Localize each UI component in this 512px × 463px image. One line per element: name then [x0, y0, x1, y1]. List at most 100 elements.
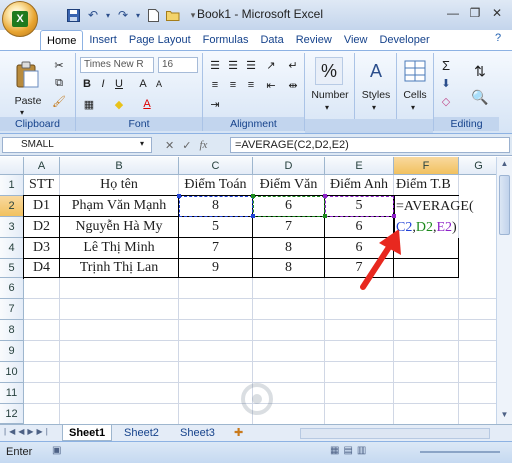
- cell-a2[interactable]: D1: [24, 196, 60, 217]
- increase-indent-icon[interactable]: ⇥: [207, 97, 223, 111]
- cell-f2[interactable]: =AVERAGE(: [394, 196, 496, 217]
- name-box[interactable]: SMALL: [2, 137, 152, 153]
- decrease-indent-icon[interactable]: ⇤: [263, 77, 279, 93]
- cell-a4[interactable]: D3: [24, 238, 60, 259]
- paste-button[interactable]: [10, 55, 44, 95]
- new-document-icon[interactable]: [144, 6, 162, 24]
- cells-icon[interactable]: [402, 57, 428, 85]
- sheet-tab-sheet3[interactable]: Sheet3: [174, 425, 221, 441]
- range-handle[interactable]: [323, 214, 327, 218]
- enter-icon[interactable]: ✓: [182, 139, 191, 152]
- styles-label[interactable]: Styles: [355, 89, 397, 101]
- insert-function-icon[interactable]: fx: [199, 139, 207, 151]
- row-header[interactable]: 3: [0, 217, 24, 238]
- tab-formulas[interactable]: Formulas: [197, 30, 255, 50]
- row-header[interactable]: 4: [0, 238, 24, 259]
- close-icon[interactable]: ✕: [486, 4, 508, 22]
- number-dropdown-icon[interactable]: ▾: [325, 103, 329, 112]
- bold-icon[interactable]: B: [80, 77, 94, 91]
- column-header-c[interactable]: C: [179, 157, 253, 175]
- shrink-font-icon[interactable]: A: [152, 77, 166, 91]
- sheet-tab-sheet1[interactable]: Sheet1: [62, 425, 113, 441]
- align-top-icon[interactable]: ☰: [207, 57, 223, 73]
- vertical-scrollbar[interactable]: ▲ ▼: [496, 157, 512, 424]
- font-name-box[interactable]: Times New R: [80, 57, 154, 73]
- macro-record-icon[interactable]: ▣: [52, 445, 66, 459]
- cell-a1[interactable]: STT: [24, 175, 60, 196]
- cell-c2[interactable]: 8: [179, 196, 253, 217]
- cell-d2[interactable]: 6: [253, 196, 325, 217]
- tab-review[interactable]: Review: [290, 30, 338, 50]
- styles-icon[interactable]: A: [363, 57, 389, 85]
- wrap-text-icon[interactable]: ↵: [285, 57, 301, 73]
- fill-icon[interactable]: ⬇: [438, 75, 454, 91]
- page-break-view-icon[interactable]: ▥: [357, 445, 366, 459]
- cancel-icon[interactable]: ✕: [165, 139, 174, 152]
- cell-a3[interactable]: D2: [24, 217, 60, 238]
- cell-c5[interactable]: 9: [179, 259, 253, 278]
- cell-b5[interactable]: Trịnh Thị Lan: [60, 259, 179, 278]
- row-header[interactable]: 9: [0, 341, 24, 362]
- row-header[interactable]: 6: [0, 278, 24, 299]
- zoom-slider[interactable]: [420, 451, 500, 453]
- cell-e2[interactable]: 5: [325, 196, 394, 217]
- cell-e1[interactable]: Điểm Anh: [325, 175, 394, 196]
- percent-icon[interactable]: %: [315, 57, 343, 85]
- cell-d1[interactable]: Điểm Văn: [253, 175, 325, 196]
- select-all-corner[interactable]: [0, 157, 24, 175]
- range-handle[interactable]: [251, 194, 255, 198]
- range-handle[interactable]: [177, 194, 181, 198]
- cell-b2[interactable]: Phạm Văn Mạnh: [60, 196, 179, 217]
- underline-icon[interactable]: U: [112, 77, 126, 91]
- range-handle[interactable]: [251, 214, 255, 218]
- tab-data[interactable]: Data: [254, 30, 289, 50]
- column-header-e[interactable]: E: [325, 157, 394, 175]
- row-header[interactable]: 8: [0, 320, 24, 341]
- scroll-down-icon[interactable]: ▼: [499, 410, 510, 422]
- row-header[interactable]: 11: [0, 383, 24, 404]
- cells-dropdown-icon[interactable]: ▾: [411, 103, 415, 112]
- row-header[interactable]: 5: [0, 259, 24, 278]
- align-center-icon[interactable]: ≡: [225, 77, 241, 93]
- cells-label[interactable]: Cells: [397, 89, 433, 101]
- minimize-icon[interactable]: —: [442, 4, 464, 22]
- cell-d4[interactable]: 8: [253, 238, 325, 259]
- fill-color-icon[interactable]: ◆: [110, 97, 128, 111]
- column-header-f[interactable]: F: [394, 157, 459, 175]
- cut-icon[interactable]: ✂: [50, 57, 68, 73]
- italic-icon[interactable]: I: [96, 77, 110, 91]
- font-size-box[interactable]: 16: [158, 57, 198, 73]
- scroll-up-icon[interactable]: ▲: [499, 159, 510, 171]
- cell-d3[interactable]: 7: [253, 217, 325, 238]
- scroll-thumb[interactable]: [499, 175, 510, 235]
- column-header-b[interactable]: B: [60, 157, 179, 175]
- font-color-icon[interactable]: A: [138, 97, 156, 111]
- row-header[interactable]: 10: [0, 362, 24, 383]
- cell-b1[interactable]: Họ tên: [60, 175, 179, 196]
- page-layout-view-icon[interactable]: ▤: [343, 445, 352, 459]
- sort-filter-icon[interactable]: ⇅: [468, 59, 492, 83]
- styles-dropdown-icon[interactable]: ▾: [372, 103, 376, 112]
- find-select-icon[interactable]: 🔍: [468, 85, 492, 109]
- tab-view[interactable]: View: [338, 30, 374, 50]
- help-icon[interactable]: ?: [488, 32, 508, 48]
- insert-sheet-icon[interactable]: ✚: [228, 425, 249, 441]
- align-bottom-icon[interactable]: ☰: [243, 57, 259, 73]
- range-handle[interactable]: [323, 194, 327, 198]
- column-header-g[interactable]: G: [459, 157, 499, 175]
- name-box-dropdown-icon[interactable]: ▾: [140, 139, 144, 148]
- align-middle-icon[interactable]: ☰: [225, 57, 241, 73]
- cell-f3[interactable]: C2, D2, E2): [394, 217, 496, 238]
- tab-insert[interactable]: Insert: [83, 30, 123, 50]
- cell-b3[interactable]: Nguyễn Hà My: [60, 217, 179, 238]
- cell-c3[interactable]: 5: [179, 217, 253, 238]
- sheet-nav-arrows-icon[interactable]: |◀◀▶▶|: [4, 427, 51, 436]
- formula-input[interactable]: =AVERAGE(C2,D2,E2): [230, 137, 510, 153]
- horizontal-scrollbar[interactable]: [300, 428, 490, 439]
- save-icon[interactable]: [64, 6, 82, 24]
- undo-dropdown-icon[interactable]: ▾: [104, 6, 112, 24]
- tab-developer[interactable]: Developer: [373, 30, 435, 50]
- grow-font-icon[interactable]: A: [136, 77, 150, 91]
- autosum-icon[interactable]: Σ: [438, 57, 454, 73]
- redo-icon[interactable]: ↷: [114, 6, 132, 24]
